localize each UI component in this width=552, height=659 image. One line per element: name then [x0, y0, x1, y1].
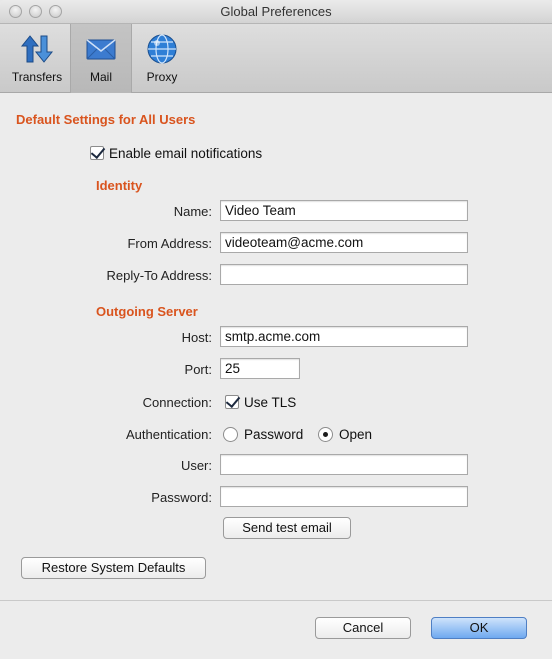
mail-icon: [84, 32, 118, 66]
outgoing-server-title: Outgoing Server: [96, 304, 198, 319]
cancel-button[interactable]: Cancel: [315, 617, 411, 639]
host-label: Host:: [181, 330, 212, 345]
identity-title: Identity: [96, 178, 143, 193]
name-input[interactable]: [220, 200, 468, 221]
use-tls-label: Use TLS: [244, 395, 297, 410]
auth-password-radio[interactable]: [223, 427, 238, 442]
tab-transfers[interactable]: Transfers: [4, 24, 70, 93]
auth-open-radio[interactable]: [318, 427, 333, 442]
tab-mail[interactable]: Mail: [70, 24, 132, 93]
user-input[interactable]: [220, 454, 468, 475]
transfers-icon: [20, 32, 54, 66]
enable-notifications-label: Enable email notifications: [109, 146, 263, 161]
auth-password-label: Password: [244, 427, 304, 442]
auth-open-label: Open: [339, 427, 373, 442]
restore-defaults-button[interactable]: Restore System Defaults: [21, 557, 206, 579]
section-title: Default Settings for All Users: [16, 112, 196, 127]
send-test-email-button[interactable]: Send test email: [223, 517, 351, 539]
reply-to-label: Reply-To Address:: [106, 268, 213, 283]
window-title: Global Preferences: [220, 4, 332, 19]
tab-transfers-label: Transfers: [11, 70, 63, 84]
from-address-input[interactable]: [220, 232, 468, 253]
preferences-window: Global Preferences Transfers Mail Proxy …: [0, 0, 552, 659]
password-label: Password:: [151, 490, 212, 505]
tab-mail-label: Mail: [89, 70, 112, 84]
name-label: Name:: [173, 204, 212, 219]
connection-label: Connection:: [142, 395, 212, 410]
user-label: User:: [180, 458, 212, 473]
enable-notifications-checkbox[interactable]: [90, 146, 104, 160]
authentication-label: Authentication:: [125, 427, 212, 442]
password-input[interactable]: [220, 486, 468, 507]
reply-to-input[interactable]: [220, 264, 468, 285]
tab-proxy-label: Proxy: [146, 70, 178, 84]
title-bar: Global Preferences: [0, 0, 552, 24]
port-input[interactable]: [220, 358, 300, 379]
port-label: Port:: [184, 362, 212, 377]
footer-divider: [0, 600, 552, 601]
from-address-label: From Address:: [127, 236, 212, 251]
proxy-globe-icon: [145, 32, 179, 66]
ok-button[interactable]: OK: [431, 617, 527, 639]
tab-proxy[interactable]: Proxy: [134, 24, 190, 93]
preferences-toolbar: Transfers Mail Proxy: [0, 24, 552, 93]
host-input[interactable]: [220, 326, 468, 347]
use-tls-checkbox[interactable]: [225, 395, 239, 409]
